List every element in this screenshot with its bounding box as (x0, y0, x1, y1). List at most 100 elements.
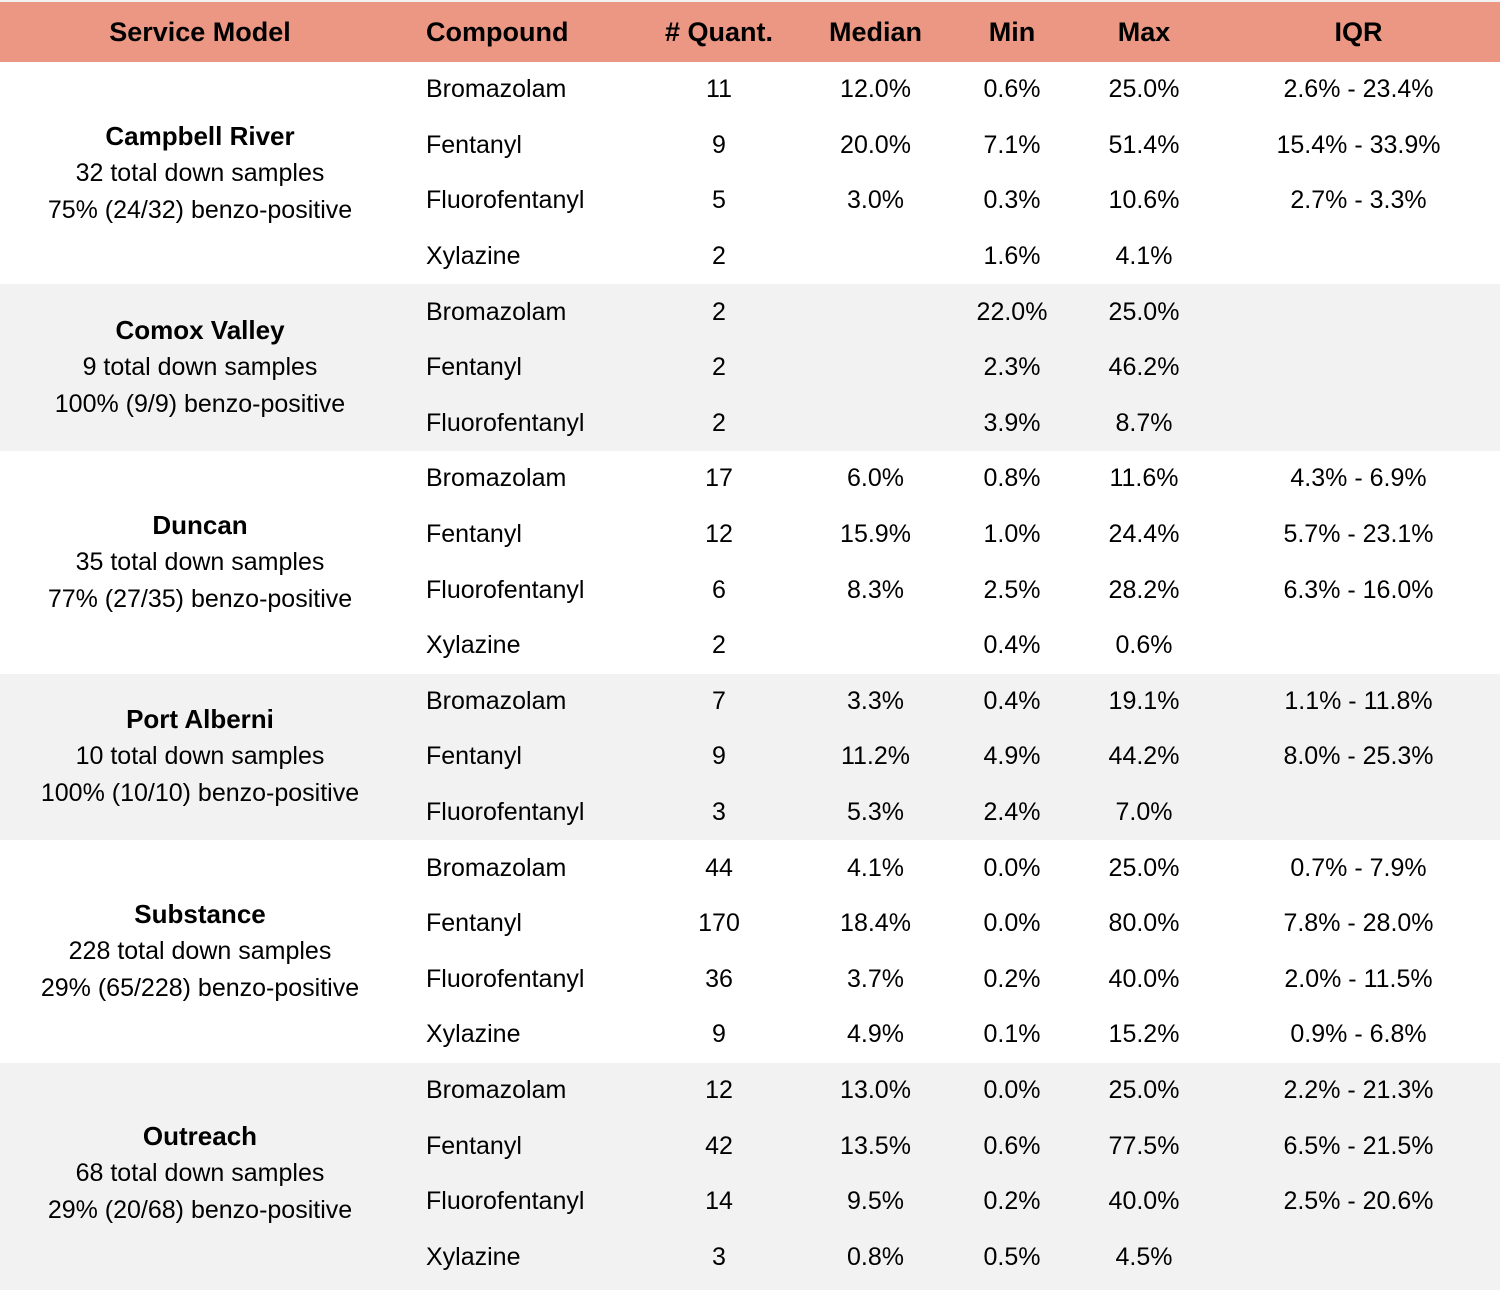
service-model-group: Campbell River 32 total down samples 75% (… (0, 62, 1500, 285)
cell-max: 4.1% (1071, 228, 1217, 285)
cell-quant: 9 (640, 117, 798, 174)
cell-compound: Bromazolam (400, 1062, 640, 1119)
service-model-cell: Substance 228 total down samples 29% (65/2… (0, 840, 400, 1063)
cell-quant: 17 (640, 451, 798, 507)
cell-compound: Fentanyl (400, 729, 640, 785)
service-model-cell: Duncan 35 total down samples 77% (27/35) b… (0, 451, 400, 674)
cell-compound: Fentanyl (400, 117, 640, 174)
cell-quant: 170 (640, 895, 798, 952)
cell-max: 44.2% (1071, 729, 1217, 785)
cell-compound: Fentanyl (400, 895, 640, 952)
cell-max: 25.0% (1071, 840, 1217, 896)
service-model-cell: Outreach 68 total down samples 29% (20/68)… (0, 1062, 400, 1286)
service-model-total: 68 total down samples (75, 1159, 325, 1188)
cell-compound: Fentanyl (400, 506, 640, 563)
cell-max: 40.0% (1071, 1173, 1217, 1230)
cell-quant: 12 (640, 506, 798, 563)
cell-max: 10.6% (1071, 173, 1217, 229)
table-header: Service Model Compound # Quant. Median M… (0, 2, 1500, 62)
cell-quant: 3 (640, 784, 798, 841)
cell-min: 0.0% (953, 895, 1071, 952)
service-model-cell: Campbell River 32 total down samples 75% (… (0, 62, 400, 285)
cell-median (798, 339, 953, 396)
cell-min: 0.1% (953, 1007, 1071, 1063)
cell-median: 4.1% (798, 840, 953, 896)
cell-max: 40.0% (1071, 951, 1217, 1008)
service-model-group: Outreach 68 total down samples 29% (20/68)… (0, 1062, 1500, 1286)
cell-min: 2.5% (953, 562, 1071, 618)
cell-quant: 2 (640, 339, 798, 396)
compound-summary-table: Service Model Compound # Quant. Median M… (0, 2, 1500, 1286)
cell-max: 25.0% (1071, 1062, 1217, 1119)
cell-min: 2.3% (953, 339, 1071, 396)
cell-min: 0.4% (953, 617, 1071, 674)
cell-compound: Xylazine (400, 1229, 640, 1286)
table-row: Outreach 68 total down samples 29% (20/68)… (0, 1062, 1500, 1286)
cell-quant: 2 (640, 617, 798, 674)
cell-min: 0.4% (953, 673, 1071, 730)
header-quant: # Quant. (664, 16, 773, 47)
cell-compound: Bromazolam (400, 840, 640, 896)
service-model-total: 32 total down samples (75, 158, 325, 187)
cell-median: 18.4% (798, 895, 953, 952)
cell-median (798, 395, 953, 452)
cell-min: 0.6% (953, 1118, 1071, 1174)
cell-iqr: 4.3% - 6.9% (1217, 451, 1500, 507)
cell-min: 0.0% (953, 1062, 1071, 1119)
cell-max: 25.0% (1071, 62, 1217, 118)
cell-compound: Bromazolam (400, 451, 640, 507)
cell-iqr (1217, 617, 1500, 674)
cell-median: 6.0% (798, 451, 953, 507)
cell-max: 77.5% (1071, 1118, 1217, 1174)
cell-median: 3.0% (798, 173, 953, 229)
cell-min: 1.6% (953, 228, 1071, 285)
service-model-name: Comox Valley (115, 315, 285, 346)
service-model-benzo-rate: 29% (65/228) benzo-positive (40, 974, 360, 1002)
cell-median: 20.0% (798, 117, 953, 174)
cell-min: 0.8% (953, 451, 1071, 507)
cell-median (798, 284, 953, 340)
cell-iqr: 2.7% - 3.3% (1217, 173, 1500, 229)
cell-compound: Bromazolam (400, 284, 640, 340)
cell-quant: 2 (640, 395, 798, 452)
cell-quant: 7 (640, 673, 798, 730)
cell-iqr: 7.8% - 28.0% (1217, 895, 1500, 952)
service-model-name: Port Alberni (126, 704, 274, 735)
cell-compound: Bromazolam (400, 62, 640, 118)
cell-compound: Fluorofentanyl (400, 1173, 640, 1230)
cell-iqr (1217, 228, 1500, 285)
cell-median: 15.9% (798, 506, 953, 563)
cell-max: 11.6% (1071, 451, 1217, 507)
service-model-name: Outreach (142, 1121, 258, 1152)
cell-iqr: 1.1% - 11.8% (1217, 673, 1500, 730)
service-model-benzo-rate: 100% (9/9) benzo-positive (54, 390, 346, 419)
cell-iqr: 0.7% - 7.9% (1217, 840, 1500, 896)
cell-quant: 12 (640, 1062, 798, 1119)
cell-median: 11.2% (798, 729, 953, 785)
cell-min: 4.9% (953, 729, 1071, 785)
cell-compound: Xylazine (400, 1007, 640, 1063)
cell-iqr (1217, 784, 1500, 841)
service-model-total: 228 total down samples (68, 937, 332, 965)
cell-iqr: 2.2% - 21.3% (1217, 1062, 1500, 1119)
cell-min: 0.3% (953, 173, 1071, 229)
service-model-name: Duncan (152, 509, 248, 540)
cell-max: 28.2% (1071, 562, 1217, 618)
header-iqr: IQR (1334, 16, 1383, 47)
cell-iqr: 5.7% - 23.1% (1217, 506, 1500, 563)
cell-min: 2.4% (953, 784, 1071, 841)
header-median: Median (828, 16, 922, 47)
cell-quant: 14 (640, 1173, 798, 1230)
cell-max: 51.4% (1071, 117, 1217, 174)
service-model-total: 10 total down samples (75, 742, 325, 771)
cell-max: 46.2% (1071, 339, 1217, 396)
service-model-name: Campbell River (105, 120, 295, 151)
header-min: Min (988, 16, 1036, 47)
cell-median: 9.5% (798, 1173, 953, 1230)
cell-iqr: 8.0% - 25.3% (1217, 729, 1500, 785)
cell-iqr: 6.3% - 16.0% (1217, 562, 1500, 618)
cell-median: 8.3% (798, 562, 953, 618)
cell-iqr (1217, 339, 1500, 396)
table-row: Port Alberni 10 total down samples 100% (1… (0, 673, 1500, 841)
service-model-cell: Comox Valley 9 total down samples 100% (9/… (0, 284, 400, 452)
